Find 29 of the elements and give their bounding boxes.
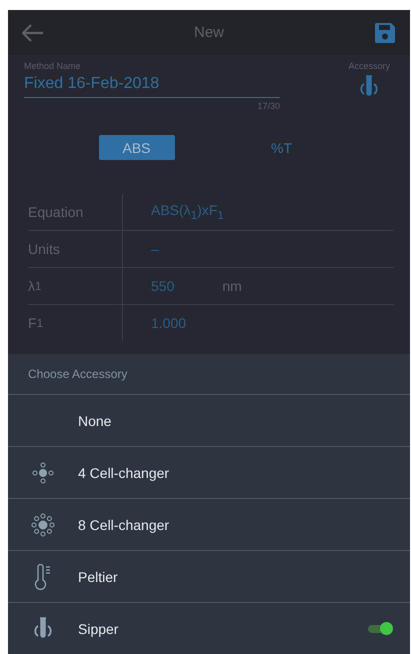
mode-tab[interactable]: ABS xyxy=(98,135,174,160)
accessory-option[interactable]: 4 Cell-changer xyxy=(8,447,410,499)
parameter-value[interactable]: 1.000 xyxy=(151,315,186,331)
thermometer-icon xyxy=(34,564,52,590)
save-button[interactable] xyxy=(374,22,396,44)
eight-circles-icon xyxy=(31,512,55,536)
back-arrow-icon xyxy=(22,24,44,42)
accessory-option[interactable]: None xyxy=(8,395,410,447)
character-counter: 17/30 xyxy=(257,101,280,111)
unit-label: nm xyxy=(222,278,242,294)
mode-tab[interactable]: %T xyxy=(244,135,320,160)
parameter-value[interactable]: – xyxy=(151,241,159,257)
toggle-switch[interactable] xyxy=(368,624,390,632)
accessory-option[interactable]: 8 Cell-changer xyxy=(8,499,410,551)
four-circles-icon xyxy=(32,462,54,484)
screen-title: New xyxy=(194,24,224,41)
back-button[interactable] xyxy=(22,24,44,42)
field-label: Method Name xyxy=(24,61,82,71)
parameter-value[interactable]: ABS(λ$_{1}$)xF$_{1}$ xyxy=(151,202,224,222)
parameter-name: Equation xyxy=(28,194,123,230)
accessory-option[interactable]: Peltier xyxy=(8,551,410,603)
parameter-value[interactable]: 550 xyxy=(151,278,174,294)
sheet-title: Choose Accessory xyxy=(8,354,410,395)
save-icon xyxy=(374,22,396,44)
accessory-label: Accessory xyxy=(348,61,390,71)
method-name-field[interactable]: Fixed 16-Feb-2018 xyxy=(24,71,280,98)
accessory-option[interactable]: Sipper xyxy=(8,603,410,654)
test-tube-icon xyxy=(33,616,53,640)
parameter-name: Units xyxy=(28,231,123,267)
